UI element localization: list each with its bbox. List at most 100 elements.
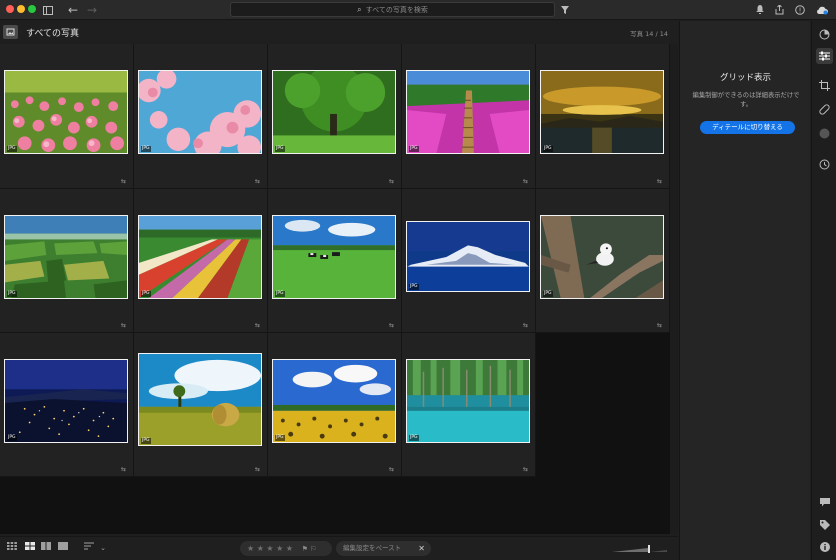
flag-icons[interactable]: ⚑ ⚐ — [302, 545, 317, 553]
photo-thumbnail[interactable]: JPG — [138, 353, 262, 446]
photo-thumbnail[interactable]: JPG — [406, 359, 530, 443]
file-type-badge: JPG — [141, 438, 151, 444]
photo-grid: JPG ⇆ JPG ⇆ JPG ⇆ JPG ⇆ JPG ⇆ JPG ⇆ JPG … — [0, 44, 670, 534]
zoom-window-button[interactable] — [28, 5, 36, 13]
bell-icon[interactable] — [752, 2, 768, 18]
edited-indicator-icon: ⇆ — [656, 178, 662, 185]
file-type-badge: JPG — [543, 291, 553, 297]
star-rating[interactable]: ★ ★ ★ ★ ★ — [247, 544, 293, 553]
svg-text:!: ! — [799, 7, 802, 15]
photo-thumbnail[interactable]: JPG — [540, 70, 664, 154]
help-icon[interactable]: ! — [792, 2, 808, 18]
hay-bale-field-image — [139, 354, 261, 445]
file-type-badge: JPG — [141, 146, 151, 152]
close-window-button[interactable] — [6, 5, 14, 13]
blue-pond-image — [407, 360, 529, 442]
page-title: すべての写真 — [26, 29, 80, 39]
photo-cell[interactable]: JPG ⇆ — [402, 44, 536, 189]
cherry-blossom-image — [139, 71, 261, 153]
share-icon[interactable] — [771, 2, 787, 18]
presets-icon[interactable] — [816, 26, 833, 42]
switch-to-detail-button[interactable]: ディテールに切り替える — [700, 121, 795, 134]
photo-thumbnail[interactable]: JPG — [272, 70, 396, 154]
photo-cell[interactable]: JPG ⇆ — [402, 189, 536, 333]
panel-description: 編集制御ができるのは詳細表示だけです。 — [692, 92, 800, 108]
photo-thumbnail[interactable]: JPG — [406, 221, 530, 292]
chevron-down-icon[interactable]: ⌄ — [98, 542, 108, 554]
photo-thumbnail[interactable]: JPG — [272, 215, 396, 299]
photo-cell[interactable]: JPG ⇆ — [0, 333, 134, 477]
square-grid-view-icon[interactable] — [6, 542, 18, 554]
moss-phlox-stairs-image — [407, 71, 529, 153]
photo-thumbnail[interactable]: JPG — [138, 70, 262, 154]
file-type-badge: JPG — [7, 291, 17, 297]
photo-cell[interactable]: JPG ⇆ — [134, 333, 268, 477]
title-bar: ← → ⌕ すべての写真を検索 ! — [0, 0, 836, 20]
photo-cell[interactable]: JPG ⇆ — [0, 189, 134, 333]
edited-indicator-icon: ⇆ — [522, 178, 528, 185]
photo-grid-view-icon[interactable] — [24, 542, 36, 554]
photo-cell[interactable]: JPG ⇆ — [0, 44, 134, 189]
sort-icon[interactable] — [83, 542, 95, 554]
bird-on-branch-image — [541, 216, 663, 298]
thumbnail-size-slider[interactable] — [612, 545, 667, 553]
file-type-badge: JPG — [275, 146, 285, 152]
photo-cell[interactable]: JPG ⇆ — [536, 44, 670, 189]
filter-icon[interactable] — [557, 2, 573, 18]
photo-cell[interactable]: JPG ⇆ — [268, 44, 402, 189]
file-type-badge: JPG — [7, 435, 17, 441]
photo-thumbnail[interactable]: JPG — [138, 215, 262, 299]
file-type-badge: JPG — [543, 146, 553, 152]
search-input[interactable]: ⌕ すべての写真を検索 — [230, 2, 555, 17]
crop-icon[interactable] — [816, 77, 833, 93]
search-placeholder: すべての写真を検索 — [365, 6, 428, 14]
photo-cell[interactable]: JPG ⇆ — [402, 333, 536, 477]
detail-view-icon[interactable] — [57, 542, 69, 554]
photo-thumbnail[interactable]: JPG — [4, 359, 128, 443]
file-type-badge: JPG — [409, 435, 419, 441]
minimize-window-button[interactable] — [17, 5, 25, 13]
file-type-badge: JPG — [7, 146, 17, 152]
photo-thumbnail[interactable]: JPG — [4, 70, 128, 154]
grid-scrollbar[interactable] — [670, 44, 678, 534]
photo-thumbnail[interactable]: JPG — [4, 215, 128, 299]
photo-cell[interactable]: JPG ⇆ — [536, 189, 670, 333]
keyword-tag-icon[interactable] — [816, 517, 833, 533]
edited-indicator-icon: ⇆ — [120, 178, 126, 185]
photo-cell[interactable]: JPG ⇆ — [268, 333, 402, 477]
edited-indicator-icon: ⇆ — [522, 466, 528, 473]
close-icon[interactable]: ✕ — [418, 541, 425, 556]
photo-thumbnail[interactable]: JPG — [540, 215, 664, 299]
edited-indicator-icon: ⇆ — [656, 322, 662, 329]
grid-header: すべての写真 写真 14 / 14 — [0, 21, 678, 43]
compare-view-icon[interactable] — [40, 542, 52, 554]
back-arrow-icon[interactable]: ← — [65, 2, 81, 18]
album-icon[interactable] — [3, 25, 18, 39]
forward-arrow-icon[interactable]: → — [84, 2, 100, 18]
edited-indicator-icon: ⇆ — [254, 322, 260, 329]
masking-icon[interactable] — [816, 125, 833, 141]
history-icon[interactable] — [816, 156, 833, 172]
photo-cell[interactable]: JPG ⇆ — [134, 189, 268, 333]
photo-thumbnail[interactable]: JPG — [406, 70, 530, 154]
photo-thumbnail[interactable]: JPG — [272, 359, 396, 443]
photo-count: 写真 14 / 14 — [630, 30, 668, 38]
night-cityscape-image — [5, 360, 127, 442]
golden-sunset-lake-image — [541, 71, 663, 153]
file-type-badge: JPG — [275, 435, 285, 441]
rating-flag-pill: ★ ★ ★ ★ ★ ⚑ ⚐ — [240, 541, 332, 556]
healing-bandage-icon[interactable] — [816, 101, 833, 117]
comments-icon[interactable] — [816, 494, 833, 510]
paste-settings-pill[interactable]: 編集設定をペースト ✕ — [336, 541, 431, 556]
paste-settings-label[interactable]: 編集設定をペースト — [343, 544, 401, 552]
photo-cell[interactable]: JPG ⇆ — [268, 189, 402, 333]
cloud-icon[interactable] — [814, 2, 830, 18]
tulip-field-image — [5, 71, 127, 153]
striped-flower-fields-image — [139, 216, 261, 298]
info-icon[interactable] — [816, 539, 833, 555]
edit-sliders-icon[interactable] — [816, 48, 833, 64]
bottom-toolbar: ⌄ ★ ★ ★ ★ ★ ⚑ ⚐ 編集設定をペースト ✕ — [0, 536, 678, 560]
aerial-farmland-image — [5, 216, 127, 298]
sidebar-toggle-icon[interactable] — [40, 2, 56, 18]
photo-cell[interactable]: JPG ⇆ — [134, 44, 268, 189]
